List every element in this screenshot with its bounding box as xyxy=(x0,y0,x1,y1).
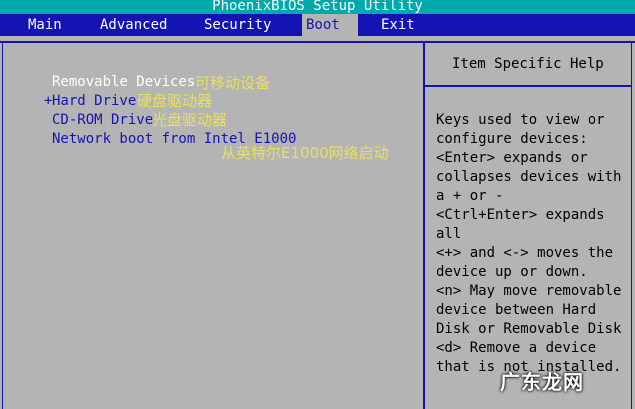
boot-item-hard-drive[interactable]: Hard Drive xyxy=(52,92,136,111)
bios-title: PhoenixBIOS Setup Utility xyxy=(212,0,423,14)
menu-advanced[interactable]: Advanced xyxy=(100,14,167,36)
help-separator xyxy=(425,85,631,87)
annotation-removable: 可移动设备 xyxy=(195,74,271,92)
panel-right-border xyxy=(631,41,632,409)
watermark-logo: 广东龙网 xyxy=(500,370,584,394)
boot-item-cdrom-drive[interactable]: CD-ROM Drive xyxy=(52,111,153,130)
help-line: <Enter> expands or xyxy=(436,150,588,166)
help-line: Disk or Removable Disk xyxy=(436,321,622,337)
menu-exit[interactable]: Exit xyxy=(381,14,415,36)
help-line: <+> and <-> moves the xyxy=(436,245,614,261)
help-line: configure devices: xyxy=(436,131,588,147)
title-bar: PhoenixBIOS Setup Utility xyxy=(0,0,635,14)
help-line: all xyxy=(436,226,462,242)
help-line: <Ctrl+Enter> expands xyxy=(436,207,605,223)
annotation-cdrom: 光盘驱动器 xyxy=(152,111,228,129)
help-line: <d> Remove a device xyxy=(436,340,597,356)
menu-bar: Main Advanced Security Boot Exit xyxy=(0,14,635,36)
help-line: Keys used to view or xyxy=(436,112,605,128)
help-line: collapses devices with xyxy=(436,169,622,185)
annotation-hard-drive: 硬盘驱动器 xyxy=(137,92,213,110)
boot-item-removable-devices[interactable]: Removable Devices xyxy=(52,73,195,92)
panel-divider xyxy=(423,41,425,409)
menu-main[interactable]: Main xyxy=(28,14,62,36)
menu-boot[interactable]: Boot xyxy=(302,14,358,36)
annotation-network-boot: 从英特尔E1000网络启动 xyxy=(221,144,389,162)
panel-left-border xyxy=(2,41,3,409)
help-line: device between Hard xyxy=(436,302,597,318)
menu-security[interactable]: Security xyxy=(204,14,271,36)
help-line: device up or down. xyxy=(436,264,588,280)
help-title: Item Specific Help xyxy=(452,56,604,72)
help-line: a + or - xyxy=(436,188,504,204)
panel-top-border xyxy=(0,41,635,43)
help-line: <n> May move removable xyxy=(436,283,622,299)
